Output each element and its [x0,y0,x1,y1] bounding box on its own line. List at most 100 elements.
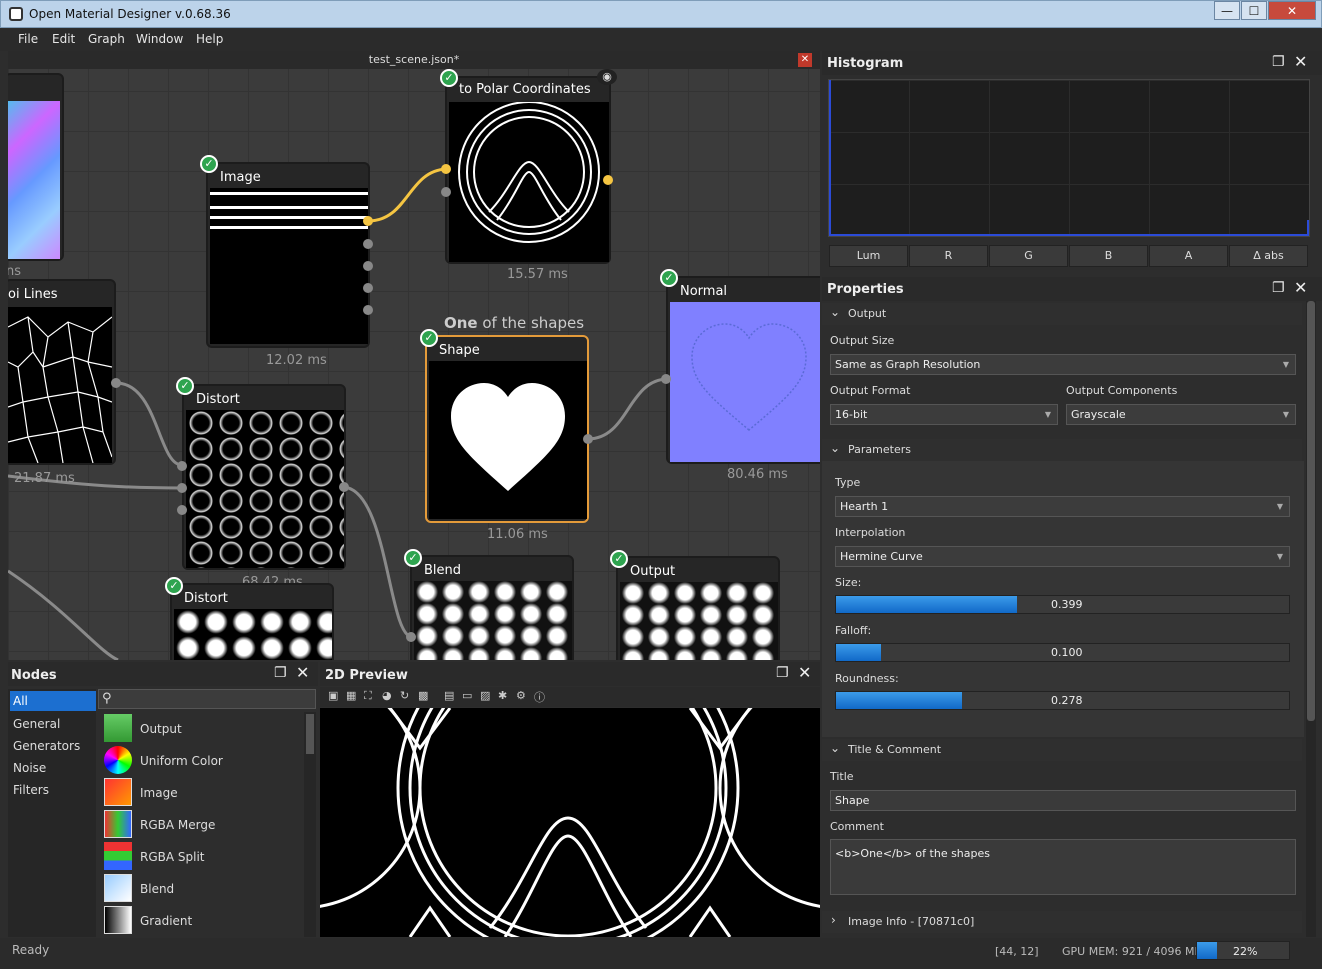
node-partial-top[interactable] [8,73,64,261]
checker-icon[interactable]: ▩ [418,689,428,702]
roundness-slider[interactable]: 0.278 [835,691,1290,710]
node-item-image[interactable]: Image [140,786,178,800]
interpolation-select[interactable]: Hermine Curve ▼ [835,546,1290,567]
node-distort-2[interactable]: Distort [170,583,334,660]
category-general[interactable]: General [13,717,60,731]
float-panel-icon[interactable]: ❐ [274,665,287,681]
menu-file[interactable]: File [18,32,38,46]
node-voronoi-lines[interactable]: oi Lines [8,279,116,465]
close-panel-icon[interactable]: ✕ [1294,52,1307,71]
port-voronoi-out[interactable] [111,378,121,388]
close-window-button[interactable]: ✕ [1268,1,1316,20]
eye-icon[interactable]: ◉ [597,69,617,85]
section-title-comment-header[interactable]: ⌄ Title & Comment [822,739,1302,761]
histogram-b-button[interactable]: B [1069,245,1148,267]
channel-icon[interactable]: ▤ [444,689,454,702]
node-item-gradient[interactable]: Gradient [140,914,192,928]
node-distort-1[interactable]: Distort [182,384,346,570]
nodes-search-input[interactable]: ⚲ [98,689,316,709]
node-blend[interactable]: Blend [410,555,574,660]
port-distort-1-in-2[interactable] [177,483,187,493]
histogram-delta-abs-button[interactable]: Δ abs [1229,245,1308,267]
output-components-select[interactable]: Grayscale ▼ [1066,404,1296,425]
save-icon[interactable]: ▣ [328,689,338,702]
node-distort-1-thumbnail [186,410,344,568]
section-image-info-header[interactable]: › Image Info - [70871c0] [822,911,1302,933]
node-shape[interactable]: Shape [425,335,589,523]
category-filters[interactable]: Filters [13,783,49,797]
menu-graph[interactable]: Graph [88,32,125,46]
fit-icon[interactable]: ⛶ [364,689,372,703]
node-normal-title: Normal [680,284,728,299]
category-generators[interactable]: Generators [13,739,80,753]
properties-scrollbar-thumb[interactable] [1307,301,1315,721]
port-polar-in[interactable] [441,164,451,174]
histogram-r-button[interactable]: R [909,245,988,267]
port-polar-out[interactable] [603,175,613,185]
node-item-output[interactable]: Output [140,722,182,736]
close-panel-icon[interactable]: ✕ [1294,278,1307,297]
close-panel-icon[interactable]: ✕ [798,663,811,682]
port-polar-in-2[interactable] [441,187,451,197]
output-format-select[interactable]: 16-bit ▼ [830,404,1058,425]
bug-icon[interactable]: ✱ [498,689,507,702]
port-blend-in[interactable] [406,632,416,642]
info-icon[interactable]: ⓘ [534,689,545,705]
graph-editor[interactable]: test_scene.json* ✕ ns oi Lines 21.87 ms … [8,51,820,660]
node-image-title: Image [220,170,261,185]
minimize-button[interactable]: — [1214,1,1240,20]
node-polar[interactable]: to Polar Coordinates [445,76,611,264]
menu-help[interactable]: Help [196,32,223,46]
settings-icon[interactable]: ⚙ [516,689,526,702]
port-image-out[interactable] [363,216,373,226]
maximize-button[interactable]: ☐ [1241,1,1267,20]
histogram-a-button[interactable]: A [1149,245,1228,267]
port-distort-1-in-3[interactable] [177,505,187,515]
section-output-header[interactable]: ⌄ Output [822,303,1302,325]
histogram-g-button[interactable]: G [989,245,1068,267]
falloff-slider[interactable]: 0.100 [835,643,1290,662]
refresh-icon[interactable]: ↻ [400,689,409,702]
port-distort-1-out[interactable] [339,482,349,492]
tile-icon[interactable]: ▭ [462,689,472,702]
title-input[interactable]: Shape [830,790,1296,811]
float-panel-icon[interactable]: ❐ [776,665,789,681]
output-size-select[interactable]: Same as Graph Resolution ▼ [830,354,1296,375]
node-item-blend[interactable]: Blend [140,882,174,896]
section-parameters-header[interactable]: ⌄ Parameters [822,439,1302,461]
nodes-scrollbar[interactable] [304,712,316,937]
port-normal-in[interactable] [661,374,671,384]
node-item-rgba-merge[interactable]: RGBA Merge [140,818,215,832]
histogram-lum-button[interactable]: Lum [829,245,908,267]
node-item-uniform-color[interactable]: Uniform Color [140,754,223,768]
grid-icon[interactable]: ▦ [346,689,356,702]
port-image-out-4[interactable] [363,283,373,293]
category-all[interactable]: All [10,691,96,711]
nodes-scrollbar-thumb[interactable] [306,714,314,754]
float-panel-icon[interactable]: ❐ [1272,54,1285,70]
node-normal[interactable]: Normal [666,276,820,464]
menu-window[interactable]: Window [136,32,183,46]
image-icon[interactable]: ▨ [480,689,490,702]
dropdown-arrow-icon: ▼ [1282,410,1289,419]
port-shape-out[interactable] [583,434,593,444]
menu-edit[interactable]: Edit [52,32,75,46]
port-image-out-5[interactable] [363,305,373,315]
size-slider[interactable]: 0.399 [835,595,1290,614]
node-item-rgba-split[interactable]: RGBA Split [140,850,205,864]
close-panel-icon[interactable]: ✕ [296,663,309,682]
properties-scrollbar[interactable] [1306,301,1316,937]
port-image-out-2[interactable] [363,239,373,249]
comment-textarea[interactable]: <b>One</b> of the shapes [830,839,1296,895]
node-image[interactable]: Image [206,162,370,348]
port-image-out-3[interactable] [363,261,373,271]
node-output[interactable]: Output [616,556,780,660]
dropdown-arrow-icon: ▼ [1044,410,1051,419]
color-picker-icon[interactable]: ◕ [382,689,392,702]
preview-canvas[interactable] [320,708,820,937]
type-select[interactable]: Hearth 1 ▼ [835,496,1290,517]
category-noise[interactable]: Noise [13,761,46,775]
float-panel-icon[interactable]: ❐ [1272,280,1285,296]
port-distort-1-in[interactable] [177,461,187,471]
node-normal-thumbnail [670,302,820,462]
